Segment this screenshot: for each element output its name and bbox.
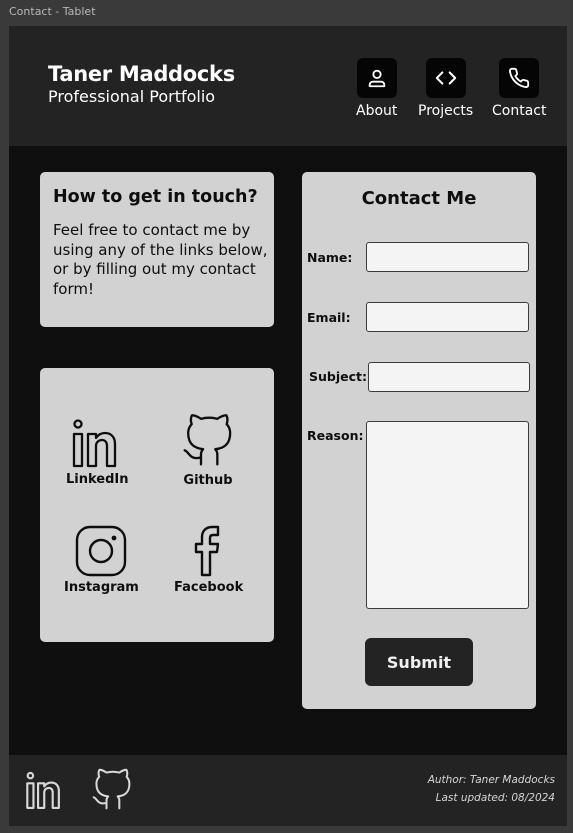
name-label: Name: — [307, 250, 353, 265]
code-icon[interactable] — [425, 58, 466, 98]
email-label: Email: — [307, 310, 351, 325]
social-instagram[interactable]: Instagram — [64, 524, 139, 595]
github-icon[interactable] — [180, 411, 236, 471]
contact-form-card: Contact Me Name: Email: Subject: Reason:… — [302, 172, 536, 709]
nav-projects-label: Projects — [418, 103, 474, 119]
contact-form-title: Contact Me — [361, 188, 477, 209]
brand-name[interactable]: Taner Maddocks — [48, 62, 235, 86]
nav-contact-label: Contact — [492, 103, 547, 119]
github-icon[interactable] — [90, 767, 134, 813]
page-frame: Taner Maddocks Professional Portfolio Ab… — [9, 26, 567, 826]
social-github-label: Github — [183, 473, 233, 488]
touch-text: Feel free to contact me by using any of … — [53, 221, 268, 298]
linkedin-icon[interactable] — [69, 418, 125, 470]
social-instagram-label: Instagram — [64, 580, 139, 595]
name-input[interactable] — [366, 242, 529, 272]
social-card: LinkedIn Github Instagram Facebook — [40, 368, 274, 642]
social-facebook[interactable]: Facebook — [174, 524, 243, 595]
facebook-icon[interactable] — [190, 524, 228, 578]
frame-title: Contact - Tablet — [9, 5, 96, 18]
social-github[interactable]: Github — [180, 411, 236, 488]
linkedin-icon[interactable] — [23, 771, 67, 811]
social-facebook-label: Facebook — [174, 580, 244, 595]
brand-subtitle: Professional Portfolio — [48, 87, 216, 106]
footer-author: Author: Taner Maddocks — [427, 774, 555, 786]
submit-button[interactable]: Submit — [365, 638, 473, 686]
reason-textarea[interactable] — [366, 421, 529, 609]
footer-updated: Last updated: 08/2024 — [435, 792, 555, 804]
user-icon[interactable] — [356, 58, 397, 98]
footer: Author: Taner Maddocks Last updated: 08/… — [9, 755, 567, 826]
subject-label: Subject: — [309, 369, 367, 384]
instagram-icon[interactable] — [74, 524, 128, 578]
phone-icon[interactable] — [499, 58, 540, 98]
nav-projects[interactable]: Projects — [418, 58, 473, 119]
email-input[interactable] — [366, 302, 529, 332]
nav-contact[interactable]: Contact — [492, 58, 546, 119]
social-linkedin-label: LinkedIn — [66, 472, 129, 487]
touch-title: How to get in touch? — [53, 187, 258, 207]
header: Taner Maddocks Professional Portfolio Ab… — [9, 26, 567, 146]
touch-card: How to get in touch? Feel free to contac… — [40, 172, 274, 327]
social-linkedin[interactable]: LinkedIn — [66, 418, 129, 487]
reason-label: Reason: — [307, 428, 364, 443]
subject-input[interactable] — [368, 362, 530, 392]
nav-about-label: About — [356, 103, 398, 119]
nav-about[interactable]: About — [356, 58, 397, 119]
